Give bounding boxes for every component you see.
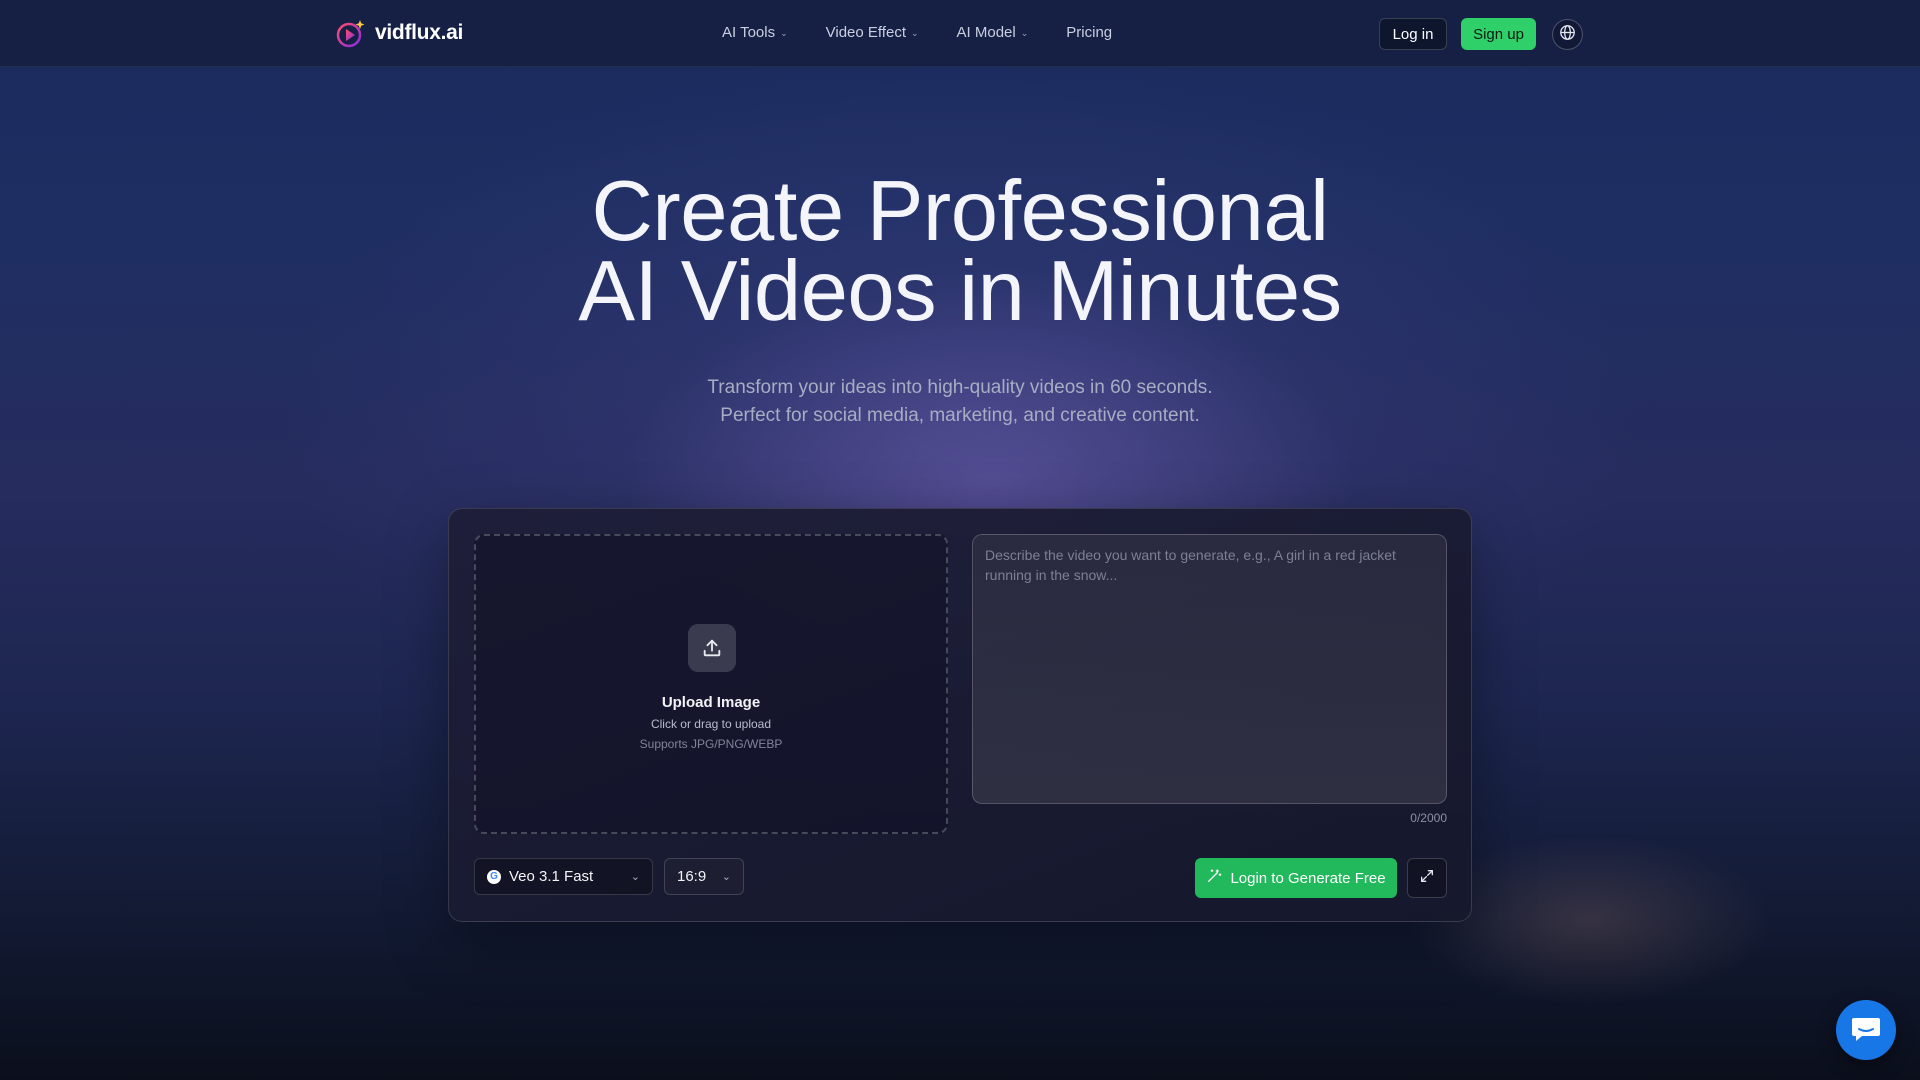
nav-item-label: Pricing	[1066, 24, 1113, 41]
brand-logo[interactable]: vidflux.ai	[336, 18, 463, 48]
generate-button-label: Login to Generate Free	[1230, 869, 1386, 887]
aspect-ratio-value: 16:9	[677, 868, 707, 885]
upload-icon	[688, 624, 736, 672]
prompt-char-counter: 0/2000	[1410, 811, 1447, 825]
chevron-down-icon: ⌄	[1020, 28, 1029, 38]
model-select[interactable]: G Veo 3.1 Fast ⌄	[474, 858, 653, 895]
expand-icon	[1419, 868, 1435, 889]
nav-item-pricing[interactable]: Pricing	[1066, 24, 1112, 41]
login-button[interactable]: Log in	[1379, 18, 1447, 50]
nav-item-ai-model[interactable]: AI Model ⌄	[957, 24, 1029, 41]
nav-item-label: AI Tools	[722, 24, 776, 41]
nav-item-label: AI Model	[956, 24, 1016, 41]
video-generator-panel: Upload Image Click or drag to upload Sup…	[448, 508, 1472, 922]
aspect-ratio-select[interactable]: 16:9 ⌄	[664, 858, 744, 895]
hero-subtitle-line-2: Perfect for social media, marketing, and…	[720, 405, 1200, 426]
upload-hint: Click or drag to upload	[650, 717, 772, 731]
signup-button[interactable]: Sign up	[1461, 18, 1536, 50]
chat-support-button[interactable]	[1836, 1000, 1896, 1060]
nav-item-ai-tools[interactable]: AI Tools ⌄	[722, 24, 788, 41]
logo-icon	[336, 18, 366, 48]
magic-wand-icon	[1206, 868, 1222, 888]
hero-title: Create Professional AI Videos in Minutes	[0, 169, 1920, 334]
chevron-down-icon: ⌄	[721, 871, 731, 883]
hero-subtitle-line-1: Transform your ideas into high-quality v…	[707, 377, 1213, 398]
model-select-value: Veo 3.1 Fast	[509, 868, 594, 885]
image-upload-dropzone[interactable]: Upload Image Click or drag to upload Sup…	[474, 534, 948, 834]
prompt-input[interactable]	[972, 534, 1447, 804]
nav-item-video-effect[interactable]: Video Effect ⌄	[826, 24, 919, 41]
chat-icon	[1851, 1014, 1881, 1047]
chevron-down-icon: ⌄	[780, 28, 788, 38]
language-button[interactable]	[1552, 19, 1583, 50]
google-icon: G	[487, 869, 501, 884]
globe-icon	[1559, 24, 1576, 46]
hero-subtitle: Transform your ideas into high-quality v…	[0, 374, 1920, 430]
upload-formats: Supports JPG/PNG/WEBP	[639, 737, 783, 751]
main-menu: AI Tools ⌄ Video Effect ⌄ AI Model ⌄ Pri…	[722, 24, 1150, 41]
top-navbar: vidflux.ai AI Tools ⌄ Video Effect ⌄ AI …	[0, 0, 1920, 67]
hero-title-line-2: AI Videos in Minutes	[578, 244, 1342, 339]
upload-title: Upload Image	[661, 694, 761, 711]
expand-button[interactable]	[1407, 858, 1447, 898]
chevron-down-icon: ⌄	[630, 871, 640, 883]
generate-button[interactable]: Login to Generate Free	[1195, 858, 1397, 898]
nav-item-label: Video Effect	[825, 24, 906, 41]
brand-name: vidflux.ai	[375, 21, 464, 44]
chevron-down-icon: ⌄	[910, 28, 919, 38]
